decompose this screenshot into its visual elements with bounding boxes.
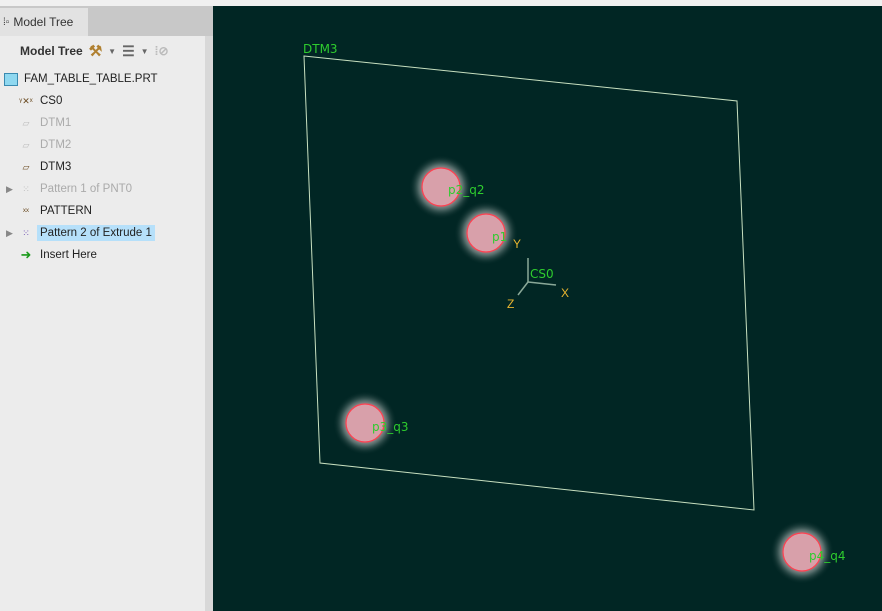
chevron-down-icon[interactable]: ▼ — [141, 47, 149, 56]
axis-z-label: Z — [507, 297, 515, 311]
feature-p1[interactable] — [454, 201, 518, 265]
graphics-viewport[interactable]: DTM3 p2_q2 p1 p3_q3 p4_q4 CS0 Y X Z — [213, 6, 882, 611]
feature-label: p4_q4 — [809, 549, 846, 563]
tree-item-insert-here[interactable]: ➜ Insert Here — [0, 244, 213, 266]
tab-model-tree[interactable]: ⁞▫ Model Tree — [0, 8, 88, 36]
panel-tab-bar: ⁞▫ Model Tree — [0, 6, 213, 36]
column-visibility-icon[interactable]: ⁞⊘ — [155, 44, 169, 58]
panel-scrollbar[interactable] — [205, 36, 213, 611]
model-tree-toolbar: Model Tree ⚒ ▼ ☰ ▼ ⁞⊘ — [0, 36, 213, 66]
csys-icon: ᵞ✕ˣ — [19, 95, 33, 106]
tree-item-pattern2[interactable]: ▶ ⁙ Pattern 2 of Extrude 1 — [0, 222, 213, 244]
axis-x-label: X — [561, 286, 570, 300]
expand-arrow-icon[interactable]: ▶ — [6, 184, 18, 195]
tree-item-dtm2[interactable]: ▱ DTM2 — [0, 134, 213, 156]
datum-point-icon: ˣˣ — [23, 206, 29, 216]
datum-plane-icon: ▱ — [22, 139, 30, 150]
chevron-down-icon[interactable]: ▼ — [108, 47, 116, 56]
plane-label: DTM3 — [303, 42, 338, 56]
datum-plane-icon: ▱ — [22, 117, 30, 128]
datum-plane-icon: ▱ — [22, 161, 30, 172]
settings-tools-icon[interactable]: ⚒ — [89, 42, 102, 60]
tree-item-pattern1[interactable]: ▶ ⁙ Pattern 1 of PNT0 — [0, 178, 213, 200]
toolbar-title: Model Tree — [20, 44, 83, 58]
pattern-icon: ⁙ — [22, 183, 30, 194]
tree-item-pattern[interactable]: ˣˣ PATTERN — [0, 200, 213, 222]
tree-item-part[interactable]: FAM_TABLE_TABLE.PRT — [0, 68, 213, 90]
feature-label: p3_q3 — [372, 420, 409, 434]
tree-item-dtm3[interactable]: ▱ DTM3 — [0, 156, 213, 178]
model-tree: FAM_TABLE_TABLE.PRT ᵞ✕ˣ CS0 ▱ DTM1 ▱ DTM2 ▱… — [0, 66, 213, 266]
feature-label: p2_q2 — [448, 183, 485, 197]
part-icon — [4, 72, 18, 86]
show-list-icon[interactable]: ☰ — [122, 43, 135, 60]
viewport-graphics — [303, 55, 834, 584]
model-tree-panel: ⁞▫ Model Tree Model Tree ⚒ ▼ ☰ ▼ ⁞⊘ FAM_… — [0, 6, 213, 611]
tree-item-cs0[interactable]: ᵞ✕ˣ CS0 — [0, 90, 213, 112]
tree-item-dtm1[interactable]: ▱ DTM1 — [0, 112, 213, 134]
model-tree-icon: ⁞▫ — [3, 16, 10, 28]
csys-label: CS0 — [530, 267, 554, 281]
insert-arrow-icon: ➜ — [20, 247, 32, 262]
expand-arrow-icon[interactable]: ▶ — [6, 228, 18, 239]
axis-y-label: Y — [513, 237, 522, 251]
feature-label: p1 — [492, 230, 508, 244]
pattern-icon: ⁙ — [22, 227, 30, 238]
